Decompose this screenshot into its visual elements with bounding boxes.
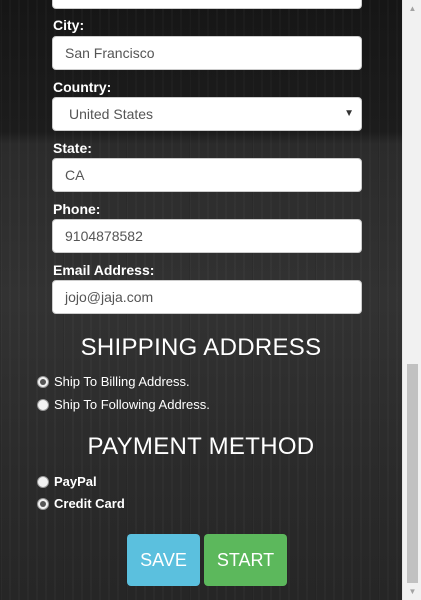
- ship-to-following-label: Ship To Following Address.: [54, 397, 210, 412]
- scrollbar-thumb[interactable]: [407, 364, 418, 583]
- city-label: City:: [53, 17, 85, 33]
- start-button[interactable]: START: [204, 534, 287, 586]
- paypal-option[interactable]: PayPal: [37, 474, 97, 489]
- state-label: State:: [53, 140, 92, 156]
- country-select[interactable]: United States ▼: [52, 97, 362, 131]
- ship-to-billing-option[interactable]: Ship To Billing Address.: [37, 374, 190, 389]
- ship-to-billing-radio[interactable]: [37, 375, 49, 388]
- credit-card-label: Credit Card: [54, 496, 125, 511]
- state-input[interactable]: CA: [52, 158, 362, 192]
- phone-input[interactable]: 9104878582: [52, 219, 362, 253]
- phone-label: Phone:: [53, 201, 101, 217]
- caret-down-icon: ▼: [344, 108, 354, 119]
- payment-method-heading: PAYMENT METHOD: [87, 433, 315, 460]
- triangle-down-icon[interactable]: ▼: [403, 583, 421, 600]
- previous-input-field[interactable]: [52, 0, 362, 9]
- email-label: Email Address:: [53, 262, 155, 278]
- save-button[interactable]: SAVE: [127, 534, 200, 586]
- form-viewport: City: San Francisco Country: United Stat…: [0, 0, 402, 600]
- triangle-up-icon[interactable]: ▲: [403, 0, 421, 17]
- vertical-scrollbar[interactable]: ▲ ▼: [402, 0, 421, 600]
- credit-card-option[interactable]: Credit Card: [37, 496, 125, 511]
- city-input[interactable]: San Francisco: [52, 36, 362, 70]
- email-input[interactable]: jojo@jaja.com: [52, 280, 362, 314]
- ship-to-following-option[interactable]: Ship To Following Address.: [37, 397, 210, 412]
- country-select-value: United States: [69, 106, 154, 122]
- credit-card-radio[interactable]: [37, 497, 49, 510]
- ship-to-following-radio[interactable]: [37, 398, 49, 411]
- country-label: Country:: [53, 79, 112, 95]
- ship-to-billing-label: Ship To Billing Address.: [54, 374, 190, 389]
- paypal-radio[interactable]: [37, 475, 49, 488]
- shipping-address-heading: SHIPPING ADDRESS: [80, 334, 322, 361]
- paypal-label: PayPal: [54, 474, 97, 489]
